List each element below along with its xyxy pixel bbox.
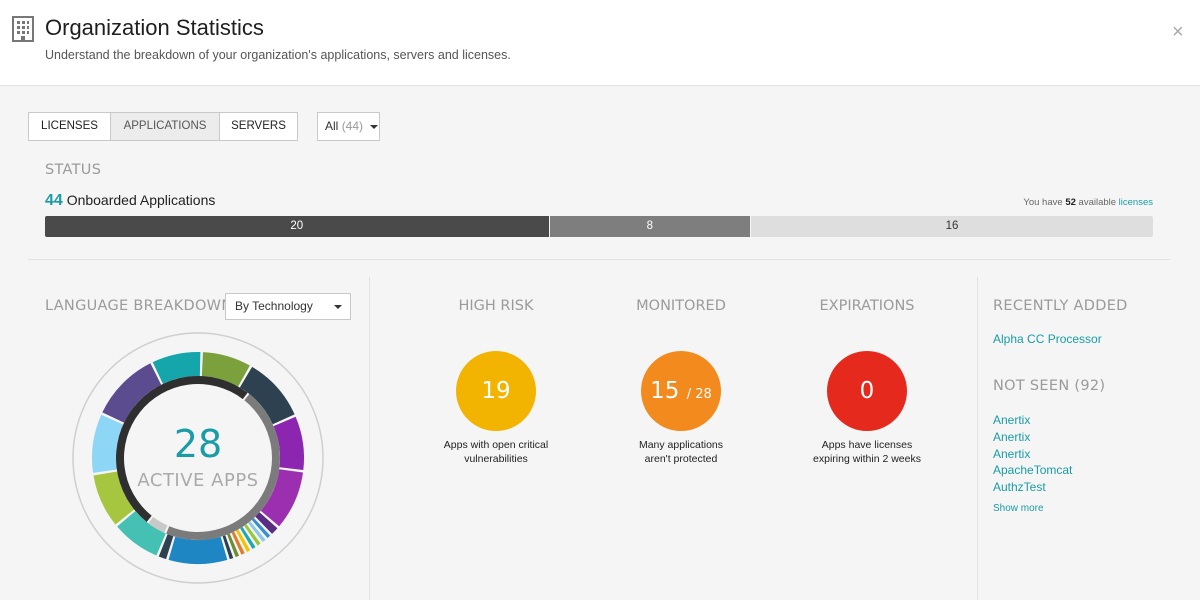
- available-prefix: You have: [1023, 197, 1063, 208]
- available-licenses: You have 52 available licenses: [1023, 197, 1153, 208]
- expirations-value: 0: [859, 378, 875, 404]
- section-divider: [28, 259, 1170, 260]
- recently-added-heading: RECENTLY ADDED: [993, 298, 1128, 314]
- tab-applications[interactable]: APPLICATIONS: [110, 113, 219, 140]
- high-risk-title: HIGH RISK: [458, 298, 534, 314]
- onboarded-label: Onboarded Applications: [66, 192, 216, 208]
- language-segment[interactable]: [168, 536, 228, 564]
- not-seen-item[interactable]: Anertix: [993, 430, 1030, 444]
- not-seen-item[interactable]: Anertix: [993, 447, 1030, 461]
- language-segment[interactable]: [117, 511, 166, 556]
- not-seen-item[interactable]: Anertix: [993, 413, 1030, 427]
- monitored-description: Many applications aren't protected: [591, 438, 771, 466]
- active-apps-count: 28: [173, 422, 223, 466]
- caret-down-icon: [370, 124, 379, 129]
- modal-header: Organization Statistics Understand the b…: [0, 0, 1200, 86]
- monitored-title: MONITORED: [636, 298, 726, 314]
- tab-servers[interactable]: SERVERS: [219, 113, 297, 140]
- high-risk-value: 19: [481, 378, 511, 404]
- status-segment[interactable]: 16: [750, 216, 1153, 237]
- expirations-desc-line: Apps have licenses: [821, 439, 913, 451]
- expirations-title: EXPIRATIONS: [819, 298, 915, 314]
- expirations-circle[interactable]: 0: [827, 351, 907, 431]
- monitored-value: 15: [650, 378, 680, 404]
- monitored-desc-line: Many applications: [638, 439, 724, 451]
- not-seen-item[interactable]: AuthzTest: [993, 480, 1046, 494]
- high-risk-desc-line: vulnerabilities: [464, 453, 528, 465]
- column-divider: [369, 277, 370, 600]
- onboarded-summary: 44 Onboarded Applications: [45, 192, 215, 210]
- building-icon: [12, 16, 34, 42]
- onboarded-count: 44: [45, 192, 63, 209]
- group-by-value: By Technology: [235, 299, 313, 313]
- high-risk-description: Apps with open critical vulnerabilities: [406, 438, 586, 466]
- language-breakdown-heading: LANGUAGE BREAKDOWN: [45, 298, 233, 314]
- application-filter-dropdown[interactable]: All (44): [317, 112, 380, 141]
- close-icon[interactable]: ×: [1172, 22, 1184, 42]
- category-tabs: LICENSES APPLICATIONS SERVERS: [28, 112, 298, 141]
- page-title: Organization Statistics: [45, 15, 264, 40]
- expirations-desc-line: expiring within 2 weeks: [813, 453, 921, 465]
- high-risk-desc-line: Apps with open critical: [443, 439, 549, 451]
- expirations-description: Apps have licenses expiring within 2 wee…: [777, 438, 957, 466]
- monitored-denominator: / 28: [686, 387, 712, 402]
- status-heading: STATUS: [45, 162, 102, 178]
- filter-value: All: [325, 119, 339, 133]
- page-subtitle: Understand the breakdown of your organiz…: [45, 48, 511, 62]
- column-divider: [977, 277, 978, 600]
- active-apps-label: ACTIVE APPS: [137, 470, 259, 491]
- recently-added-item[interactable]: Alpha CC Processor: [993, 332, 1102, 346]
- status-bar: 20 8 16: [45, 216, 1153, 237]
- monitored-circle[interactable]: 15 / 28: [641, 351, 721, 431]
- caret-down-icon: [334, 305, 342, 309]
- filter-count: (44): [341, 119, 364, 133]
- tab-licenses[interactable]: LICENSES: [29, 113, 110, 140]
- monitored-desc-line: aren't protected: [644, 453, 718, 465]
- status-segment[interactable]: 8: [548, 216, 751, 237]
- not-seen-item[interactable]: ApacheTomcat: [993, 463, 1072, 477]
- status-segment[interactable]: 20: [45, 216, 549, 237]
- not-seen-heading: NOT SEEN (92): [993, 378, 1106, 394]
- available-middle: available: [1078, 197, 1117, 208]
- licenses-link[interactable]: licenses: [1119, 197, 1153, 208]
- show-more-link[interactable]: Show more: [993, 503, 1044, 514]
- group-by-select[interactable]: By Technology: [225, 293, 351, 320]
- high-risk-circle[interactable]: 19: [456, 351, 536, 431]
- available-count: 52: [1065, 197, 1076, 208]
